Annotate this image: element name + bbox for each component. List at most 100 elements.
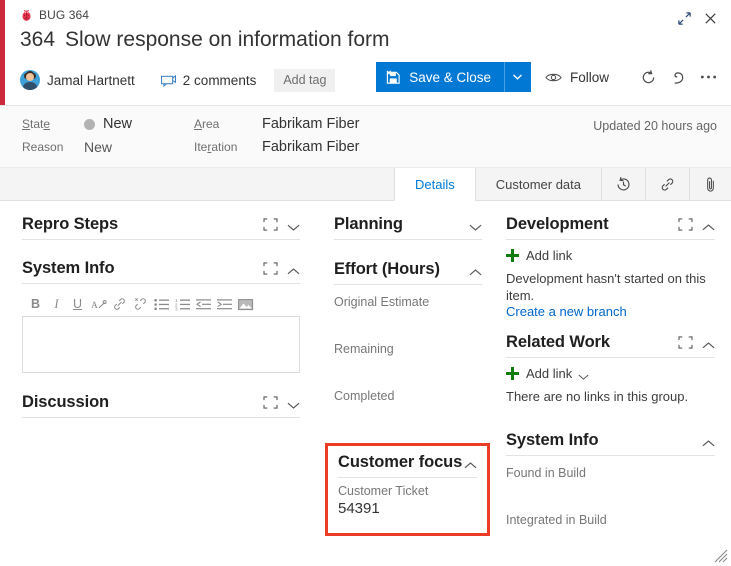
group-title-related-work: Related Work [506,333,610,351]
assigned-to-name[interactable]: Jamal Hartnett [47,73,135,88]
maximize-icon[interactable] [678,336,693,349]
core-fields-strip: State New Area Fabrikam Fiber Reason New… [0,106,731,168]
resize-grip[interactable] [714,549,728,563]
save-icon [386,70,401,85]
svg-text:A: A [91,301,98,311]
insert-link-icon[interactable] [110,295,129,313]
chevron-up-icon[interactable] [702,220,715,231]
indent-icon[interactable] [215,295,234,313]
tab-history[interactable] [601,168,645,200]
development-empty-message: Development hasn't started on this item. [506,271,706,303]
last-updated-text: Updated 20 hours ago [593,119,717,133]
more-actions-icon[interactable] [695,64,721,90]
save-options-dropdown[interactable] [503,62,531,92]
group-title-effort: Effort (Hours) [334,260,440,278]
state-field-label: State [22,117,51,131]
field-value-customer-ticket[interactable]: 54391 [338,500,477,517]
undo-icon[interactable] [665,64,691,90]
add-link-label: Add link [526,366,573,381]
tab-details[interactable]: Details [393,168,475,201]
chevron-up-icon[interactable] [287,264,300,275]
group-header-planning[interactable]: Planning [334,215,482,240]
save-and-close-split-button: Save & Close [376,62,531,92]
maximize-icon[interactable] [263,262,278,275]
related-work-empty-message: There are no links in this group. [506,389,689,404]
window-controls [671,6,723,30]
insert-image-icon[interactable] [236,295,255,313]
group-title-discussion: Discussion [22,393,110,411]
bold-icon[interactable]: B [26,295,45,313]
remove-link-icon[interactable] [131,295,150,313]
field-label-completed: Completed [334,389,395,403]
expand-diagonal-icon[interactable] [671,6,697,30]
save-close-button[interactable]: Save & Close [376,62,504,92]
state-value-text: New [103,116,133,132]
work-item-title[interactable]: Slow response on information form [65,28,390,52]
field-value-remaining[interactable] [334,358,482,379]
system-info-editor[interactable] [22,316,300,373]
state-field-value[interactable]: New [84,116,194,132]
bug-accent-bar [0,0,5,105]
history-icon [617,176,630,190]
link-icon [661,177,674,191]
chevron-down-icon[interactable] [578,369,591,380]
maximize-icon[interactable] [263,218,278,231]
reason-field-value[interactable]: New [84,139,194,155]
group-header-system-info[interactable]: System Info [22,259,300,284]
italic-icon[interactable]: I [47,295,66,313]
create-new-branch-link[interactable]: Create a new branch [506,304,715,319]
group-header-customer-focus[interactable]: Customer focus [338,453,477,478]
tab-customer-data[interactable]: Customer data [474,168,601,200]
group-header-system-info-right[interactable]: System Info [506,431,715,456]
comments-link[interactable]: 2 comments [160,73,256,88]
iteration-field-value[interactable]: Fabrikam Fiber [262,139,360,155]
underline-icon[interactable]: U [68,295,87,313]
outdent-icon[interactable] [194,295,213,313]
field-label-integrated-in-build: Integrated in Build [506,513,607,527]
right-column: Development Add link Development hasn't [494,215,731,566]
bug-icon [20,9,33,22]
middle-column: Planning Effort (Hours) Original Estimat… [322,215,494,566]
field-value-original-estimate[interactable] [334,311,482,332]
field-value-completed[interactable] [334,405,482,426]
maximize-icon[interactable] [263,396,278,409]
chevron-down-icon[interactable] [469,220,482,231]
bullet-list-icon[interactable] [152,295,171,313]
group-title-repro-steps: Repro Steps [22,215,119,233]
chevron-up-icon[interactable] [464,458,477,469]
chevron-down-icon[interactable] [287,398,300,409]
avatar[interactable] [20,70,40,90]
chevron-up-icon[interactable] [469,265,482,276]
chevron-down-icon[interactable] [287,220,300,231]
numbered-list-icon[interactable]: 1 2 3 [173,295,192,313]
field-value-integrated-in-build[interactable] [506,529,715,550]
field-value-found-in-build[interactable] [506,482,715,503]
follow-button[interactable]: Follow [545,70,609,85]
tab-attachments[interactable] [689,168,731,200]
maximize-icon[interactable] [678,218,693,231]
work-item-type-label: BUG 364 [39,8,90,22]
refresh-icon[interactable] [635,64,661,90]
chevron-up-icon[interactable] [702,436,715,447]
group-title-system-info-right: System Info [506,431,599,449]
work-item-title-line: 364 Slow response on information form [20,28,731,58]
add-tag-button[interactable]: Add tag [274,68,336,92]
group-header-related-work[interactable]: Related Work [506,333,715,358]
work-item-id: 364 [20,28,56,51]
add-link-related-work-button[interactable]: Add link [506,366,715,381]
group-header-repro-steps[interactable]: Repro Steps [22,215,300,240]
group-title-customer-focus: Customer focus [338,453,463,471]
group-header-discussion[interactable]: Discussion [22,393,300,418]
svg-text:3: 3 [175,306,178,310]
add-link-development-button[interactable]: Add link [506,248,715,263]
group-header-development[interactable]: Development [506,215,715,240]
chevron-up-icon[interactable] [702,338,715,349]
clear-format-icon[interactable]: A [89,295,108,313]
group-header-effort[interactable]: Effort (Hours) [334,260,482,285]
tab-bar: Details Customer data [0,168,731,201]
details-tab-content: Repro Steps System Info B I U A 1 2 3 Di… [0,201,731,566]
close-icon[interactable] [697,6,723,30]
area-field-value[interactable]: Fabrikam Fiber [262,116,360,132]
iteration-field-label: Iteration [194,140,238,154]
tab-links[interactable] [645,168,689,200]
